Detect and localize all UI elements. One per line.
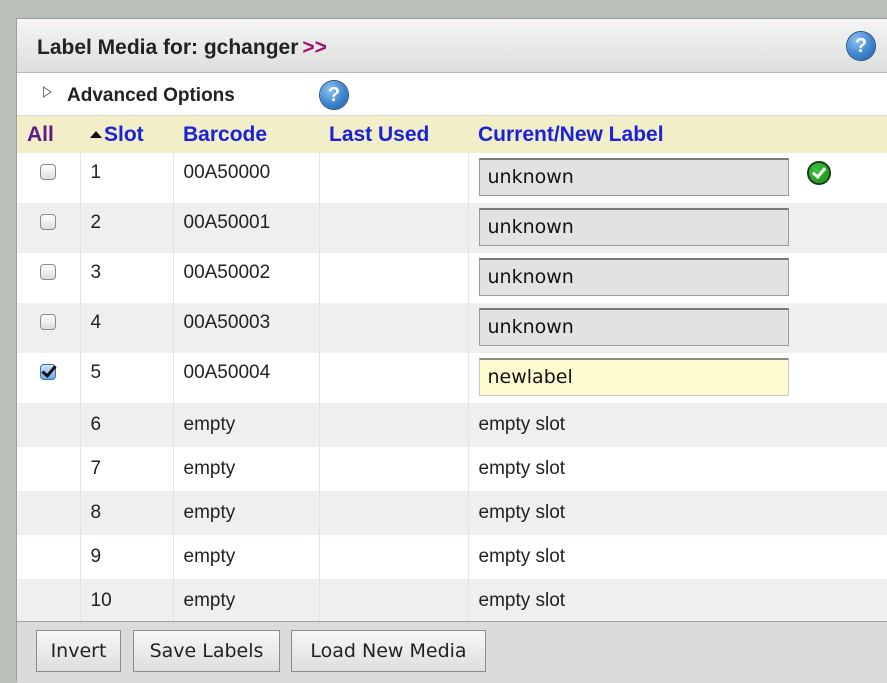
help-icon[interactable]: ?: [847, 32, 875, 60]
panel-title-text: Label Media for: gchanger: [37, 36, 299, 59]
slot-cell: 5: [79, 353, 173, 403]
row-select-cell: [17, 535, 80, 579]
advanced-options-toggle[interactable]: Advanced Options: [67, 85, 235, 107]
label-cell: empty slot: [467, 579, 887, 623]
slot-cell: 9: [79, 535, 173, 579]
row-checkbox[interactable]: [40, 314, 57, 330]
last-used-cell: [318, 153, 468, 203]
row-checkbox[interactable]: [40, 164, 57, 180]
panel-title: Label Media for: gchanger >>: [37, 36, 327, 60]
sort-ascending-icon: [90, 131, 102, 139]
row-select-cell: [17, 353, 80, 403]
last-used-header[interactable]: Last Used: [319, 116, 468, 153]
label-cell: empty slot: [467, 491, 887, 535]
label-media-panel: Label Media for: gchanger >> ? Advanced O…: [16, 18, 887, 683]
slot-cell: 8: [79, 491, 173, 535]
disclosure-triangle-icon[interactable]: [43, 86, 52, 98]
advanced-options-row: Advanced Options ?: [17, 73, 887, 116]
label-cell: unknown: [467, 203, 887, 253]
last-used-cell: [318, 353, 468, 403]
row-select-cell: [17, 303, 80, 353]
barcode-cell: 00A50000: [172, 153, 319, 203]
slot-cell: 6: [79, 403, 173, 447]
save-labels-button[interactable]: Save Labels: [133, 630, 280, 672]
advanced-help-icon[interactable]: ?: [320, 81, 348, 109]
row-checkbox[interactable]: [40, 264, 57, 280]
row-select-cell: [17, 253, 80, 303]
table-row: 1 00A50000 unknown: [17, 153, 887, 203]
table-row: 10 empty empty slot: [17, 579, 887, 623]
row-select-cell: [17, 579, 80, 623]
row-select-cell: [17, 203, 80, 253]
invert-button[interactable]: Invert: [36, 630, 121, 672]
barcode-header[interactable]: Barcode: [173, 116, 319, 153]
last-used-cell: [318, 579, 468, 623]
slot-cell: 4: [79, 303, 173, 353]
last-used-cell: [318, 535, 468, 579]
label-header[interactable]: Current/New Label: [468, 116, 887, 153]
label-cell: unknown: [467, 303, 887, 353]
slot-header[interactable]: Slot: [80, 116, 173, 153]
row-select-cell: [17, 403, 80, 447]
table-row: 2 00A50001 unknown: [17, 203, 887, 253]
barcode-cell: 00A50002: [172, 253, 319, 303]
expand-arrows-link[interactable]: >>: [302, 36, 327, 59]
last-used-cell: [318, 491, 468, 535]
row-select-cell: [17, 491, 80, 535]
label-cell: unknown: [467, 153, 887, 203]
barcode-cell: empty: [172, 447, 319, 491]
barcode-cell: empty: [172, 579, 319, 623]
label-cell: unknown: [467, 253, 887, 303]
table-row: 4 00A50003 unknown: [17, 303, 887, 353]
table-row: 6 empty empty slot: [17, 403, 887, 447]
row-select-cell: [17, 153, 80, 203]
barcode-cell: 00A50004: [172, 353, 319, 403]
label-input[interactable]: unknown: [478, 158, 789, 196]
barcode-cell: 00A50001: [172, 203, 319, 253]
table-header-row: All Slot Barcode Last Used Current/New L…: [17, 116, 887, 153]
label-input[interactable]: unknown: [478, 308, 789, 346]
select-all-header[interactable]: All: [17, 116, 80, 153]
slot-cell: 10: [79, 579, 173, 623]
last-used-cell: [318, 303, 468, 353]
label-input[interactable]: unknown: [478, 208, 789, 246]
load-new-media-button[interactable]: Load New Media: [291, 630, 486, 672]
label-cell: newlabel: [467, 353, 887, 403]
slot-cell: 3: [79, 253, 173, 303]
label-input[interactable]: unknown: [478, 258, 789, 296]
barcode-cell: empty: [172, 535, 319, 579]
table-row: 9 empty empty slot: [17, 535, 887, 579]
table-row: 7 empty empty slot: [17, 447, 887, 491]
slot-cell: 2: [79, 203, 173, 253]
label-cell: empty slot: [467, 535, 887, 579]
table-row: 8 empty empty slot: [17, 491, 887, 535]
button-bar: Invert Save Labels Load New Media: [17, 621, 887, 683]
slot-cell: 7: [79, 447, 173, 491]
last-used-cell: [318, 203, 468, 253]
label-cell: empty slot: [467, 403, 887, 447]
row-select-cell: [17, 447, 80, 491]
last-used-cell: [318, 253, 468, 303]
media-table: All Slot Barcode Last Used Current/New L…: [17, 116, 887, 623]
slot-cell: 1: [79, 153, 173, 203]
table-row: 3 00A50002 unknown: [17, 253, 887, 303]
last-used-cell: [318, 403, 468, 447]
label-cell: empty slot: [467, 447, 887, 491]
barcode-cell: 00A50003: [172, 303, 319, 353]
table-row: 5 00A50004 newlabel: [17, 353, 887, 403]
slot-header-label: Slot: [104, 122, 144, 146]
barcode-cell: empty: [172, 403, 319, 447]
last-used-cell: [318, 447, 468, 491]
barcode-cell: empty: [172, 491, 319, 535]
label-input-active[interactable]: newlabel: [478, 358, 789, 396]
check-ok-icon: [808, 163, 829, 183]
panel-header: Label Media for: gchanger >> ?: [17, 19, 887, 73]
row-checkbox[interactable]: [40, 214, 57, 230]
row-checkbox-checked[interactable]: [40, 364, 57, 380]
